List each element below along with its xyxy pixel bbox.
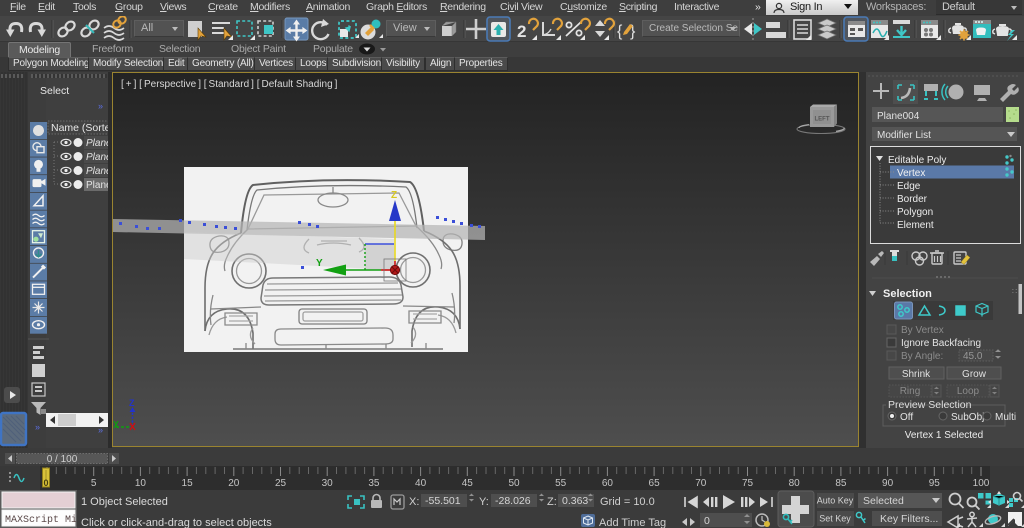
svg-text:70: 70 <box>695 478 707 489</box>
svg-text:100: 100 <box>973 478 990 489</box>
svg-text:1 Object Selected: 1 Object Selected <box>81 496 168 508</box>
svg-text:45: 45 <box>462 478 474 489</box>
svg-text:Off: Off <box>900 412 913 423</box>
svg-text:15: 15 <box>182 478 194 489</box>
svg-text:Vertex 1 Selected: Vertex 1 Selected <box>905 430 983 441</box>
svg-text:Polygon: Polygon <box>897 207 933 218</box>
svg-text:Key Filters...: Key Filters... <box>880 513 938 525</box>
svg-text:80: 80 <box>789 478 801 489</box>
svg-text:Element: Element <box>897 220 934 231</box>
svg-text:Vertex: Vertex <box>897 168 925 179</box>
svg-text:Y:: Y: <box>479 496 489 508</box>
svg-text:»: » <box>35 422 40 432</box>
svg-text:X:: X: <box>409 496 419 508</box>
svg-text:60: 60 <box>602 478 614 489</box>
svg-text:55: 55 <box>555 478 567 489</box>
svg-text:0: 0 <box>43 478 48 488</box>
svg-text:2: 2 <box>517 22 526 41</box>
svg-text:30: 30 <box>322 478 334 489</box>
svg-text:Z: Z <box>391 190 397 201</box>
svg-text:Ring: Ring <box>900 386 921 397</box>
svg-text:Name (Sorted A: Name (Sorted A <box>51 122 108 134</box>
svg-text:Grid = 10.0: Grid = 10.0 <box>600 496 655 508</box>
svg-text:Shrink: Shrink <box>902 369 931 380</box>
svg-text:Selected: Selected <box>863 495 904 507</box>
svg-text:25: 25 <box>275 478 287 489</box>
svg-text:Auto Key: Auto Key <box>817 496 854 506</box>
svg-text:{: { <box>617 23 623 40</box>
svg-text:20: 20 <box>228 478 240 489</box>
svg-text:Plane: Plane <box>86 166 108 177</box>
svg-text:Edge: Edge <box>897 181 921 192</box>
svg-text:Z: Z <box>129 398 135 408</box>
svg-text:By Angle:: By Angle: <box>901 351 943 362</box>
svg-text:Z:: Z: <box>547 496 557 508</box>
svg-text:Add Time Tag: Add Time Tag <box>599 517 666 528</box>
svg-text:Grow: Grow <box>962 369 987 380</box>
svg-text:Modifier List: Modifier List <box>877 130 931 141</box>
svg-text:»: » <box>98 425 103 435</box>
svg-text:10: 10 <box>135 478 147 489</box>
svg-text:-28.026: -28.026 <box>495 495 531 507</box>
svg-text:Y: Y <box>316 258 323 269</box>
svg-text:65: 65 <box>649 478 661 489</box>
svg-text:Plane: Plane <box>86 152 108 163</box>
svg-text:-55.501: -55.501 <box>425 495 461 507</box>
svg-text:45.0: 45.0 <box>963 351 983 362</box>
svg-text:Set Key: Set Key <box>819 514 851 524</box>
svg-text:40: 40 <box>415 478 427 489</box>
svg-text:90: 90 <box>882 478 894 489</box>
svg-text:75: 75 <box>742 478 754 489</box>
svg-text:Selection: Selection <box>883 288 932 300</box>
svg-text:Multi: Multi <box>995 412 1016 423</box>
svg-text:LEFT: LEFT <box>815 117 830 123</box>
svg-text:Editable Poly: Editable Poly <box>888 155 946 166</box>
svg-text:Plane: Plane <box>86 180 108 191</box>
svg-text:Loop: Loop <box>957 386 980 397</box>
svg-text:Border: Border <box>897 194 928 205</box>
svg-text:Select: Select <box>40 85 69 97</box>
svg-text:0 / 100: 0 / 100 <box>47 454 78 465</box>
svg-text:∷: ∷ <box>1012 287 1017 296</box>
svg-text:SubObj: SubObj <box>951 412 984 423</box>
svg-text:95: 95 <box>929 478 941 489</box>
svg-text:Plane004: Plane004 <box>877 111 920 122</box>
svg-text:By Vertex: By Vertex <box>901 325 944 336</box>
svg-text:Plane: Plane <box>86 138 108 149</box>
svg-text:»: » <box>98 101 103 111</box>
svg-text:Click or click-and-drag to sel: Click or click-and-drag to select object… <box>81 517 272 528</box>
svg-text:Ignore Backfacing: Ignore Backfacing <box>901 338 981 349</box>
svg-text:85: 85 <box>835 478 847 489</box>
svg-text:0: 0 <box>704 515 710 527</box>
svg-text:0.363: 0.363 <box>562 495 588 507</box>
svg-text:5: 5 <box>91 478 97 489</box>
svg-text:50: 50 <box>508 478 520 489</box>
svg-text:Preview Selection: Preview Selection <box>888 399 972 411</box>
svg-text:35: 35 <box>368 478 380 489</box>
svg-text:MAXScript Mi: MAXScript Mi <box>5 514 77 526</box>
